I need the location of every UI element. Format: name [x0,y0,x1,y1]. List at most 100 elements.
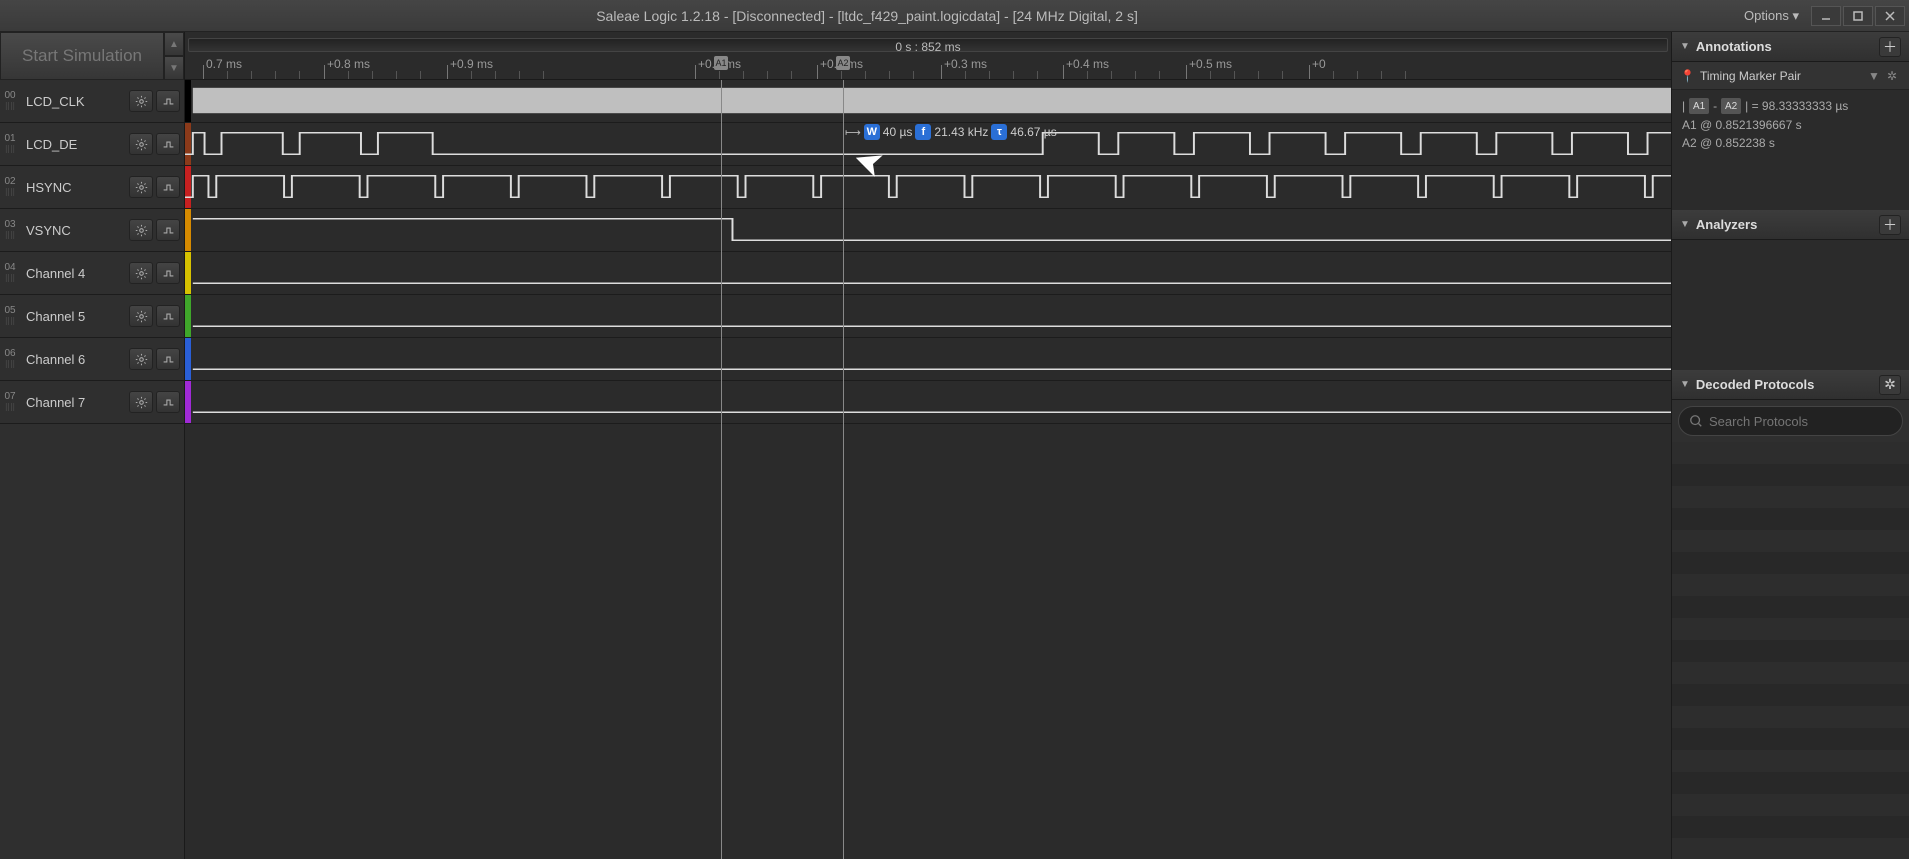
waveform-row[interactable] [185,209,1671,252]
channel-trigger-button[interactable] [156,133,180,155]
channel-settings-button[interactable] [129,391,153,413]
marker-a2-tab[interactable]: A2 [836,56,850,70]
channel-name[interactable]: Channel 7 [20,395,129,410]
channel-number: 03⣿⣿ [0,219,20,241]
period-badge: τ [991,124,1007,140]
timeline-tick-label: +0.9 ms [450,57,493,71]
waveform-row[interactable] [185,166,1671,209]
add-analyzer-button[interactable]: ＋ [1879,215,1901,235]
timeline-ruler[interactable]: 0 s : 852 ms 0.7 ms+0.8 ms+0.9 ms+0.1 ms… [185,32,1671,80]
channel-row: 01⣿⣿ LCD_DE [0,123,184,166]
width-badge: W [864,124,880,140]
protocol-search[interactable] [1678,406,1903,436]
title-bar: Saleae Logic 1.2.18 - [Disconnected] - [… [0,0,1909,32]
pair-settings-icon[interactable]: ✲ [1883,69,1901,83]
channel-number: 04⣿⣿ [0,262,20,284]
marker-a2-line[interactable] [843,80,844,859]
channel-number: 01⣿⣿ [0,133,20,155]
channel-row: 07⣿⣿ Channel 7 [0,381,184,424]
channel-settings-button[interactable] [129,348,153,370]
channel-row: 00⣿⣿ LCD_CLK [0,80,184,123]
channel-trigger-button[interactable] [156,176,180,198]
timing-marker-pair-header[interactable]: 📍 Timing Marker Pair ▼ ✲ [1672,62,1909,90]
marker-badge-a1: A1 [1689,98,1709,114]
marker-diff-value: | = 98.33333333 µs [1745,99,1848,113]
channel-trigger-button[interactable] [156,219,180,241]
annotation-details: | A1 - A2 | = 98.33333333 µs A1 @ 0.8521… [1672,90,1909,210]
channel-settings-button[interactable] [129,176,153,198]
sim-up-button[interactable]: ▲ [164,32,184,56]
channel-settings-button[interactable] [129,219,153,241]
channel-row: 03⣿⣿ VSYNC [0,209,184,252]
options-menu[interactable]: Options ▾ [1734,8,1809,24]
waveform-row[interactable] [185,80,1671,123]
collapse-icon: ▼ [1680,41,1690,52]
side-panel: ▼ Annotations ＋ 📍 Timing Marker Pair ▼ ✲… [1671,32,1909,859]
pair-menu-icon[interactable]: ▼ [1865,69,1883,83]
measure-period: 46.67 µs [1010,125,1056,139]
decoded-results [1672,442,1909,859]
channel-trigger-button[interactable] [156,262,180,284]
channel-settings-button[interactable] [129,133,153,155]
marker-a1-tab[interactable]: A1 [714,56,728,70]
channel-sidebar: Start Simulation ▲ ▼ 00⣿⣿ LCD_CLK 01⣿⣿ L… [0,32,185,859]
channel-name[interactable]: VSYNC [20,223,129,238]
measure-freq: 21.43 kHz [934,125,988,139]
waveform-area[interactable]: 0 s : 852 ms 0.7 ms+0.8 ms+0.9 ms+0.1 ms… [185,32,1671,859]
waveform-row[interactable] [185,252,1671,295]
timeline-tick-label: +0.3 ms [944,57,987,71]
marker-a1-line[interactable] [721,80,722,859]
channel-name[interactable]: LCD_CLK [20,94,129,109]
analyzers-body [1672,240,1909,370]
app-title: Saleae Logic 1.2.18 - [Disconnected] - [… [0,8,1734,24]
channel-row: 02⣿⣿ HSYNC [0,166,184,209]
search-icon [1689,414,1703,428]
start-simulation-button[interactable]: Start Simulation [0,32,164,80]
sim-down-button[interactable]: ▼ [164,56,184,80]
protocol-search-input[interactable] [1709,414,1892,429]
channel-trigger-button[interactable] [156,305,180,327]
channel-row: 05⣿⣿ Channel 5 [0,295,184,338]
timeline-tick-label: +0.4 ms [1066,57,1109,71]
channel-trigger-button[interactable] [156,391,180,413]
waveform-row[interactable] [185,338,1671,381]
collapse-icon: ▼ [1680,379,1690,390]
waveform-row[interactable] [185,381,1671,424]
timeline-tick-label: +0 [1312,57,1326,71]
channel-row: 06⣿⣿ Channel 6 [0,338,184,381]
timeline-tick-label: +0.5 ms [1189,57,1232,71]
marker-a1-time: A1 @ 0.8521396667 s [1682,116,1899,134]
channel-settings-button[interactable] [129,90,153,112]
annotations-header[interactable]: ▼ Annotations ＋ [1672,32,1909,62]
marker-a2-time: A2 @ 0.852238 s [1682,134,1899,152]
decoded-settings-button[interactable]: ✲ [1879,375,1901,395]
decoded-protocols-header[interactable]: ▼ Decoded Protocols ✲ [1672,370,1909,400]
channel-number: 07⣿⣿ [0,391,20,413]
channel-settings-button[interactable] [129,262,153,284]
channel-trigger-button[interactable] [156,348,180,370]
timeline-cursor-time: 0 s : 852 ms [895,40,960,54]
channel-number: 00⣿⣿ [0,90,20,112]
marker-badge-a2: A2 [1721,98,1741,114]
close-window-button[interactable] [1875,6,1905,26]
channel-name[interactable]: Channel 6 [20,352,129,367]
channel-settings-button[interactable] [129,305,153,327]
measure-width: 40 µs [883,125,913,139]
channel-trigger-button[interactable] [156,90,180,112]
channel-name[interactable]: Channel 5 [20,309,129,324]
timeline-tick-label: +0.8 ms [327,57,370,71]
maximize-button[interactable] [1843,6,1873,26]
measurement-overlay: ⟼ W40 µs f21.43 kHz τ46.67 µs [845,124,1057,140]
channel-name[interactable]: LCD_DE [20,137,129,152]
minimize-button[interactable] [1811,6,1841,26]
channel-row: 04⣿⣿ Channel 4 [0,252,184,295]
channel-name[interactable]: Channel 4 [20,266,129,281]
add-annotation-button[interactable]: ＋ [1879,37,1901,57]
timeline-tick-label: 0.7 ms [206,57,242,71]
waveform-row[interactable] [185,295,1671,338]
channel-number: 02⣿⣿ [0,176,20,198]
analyzers-header[interactable]: ▼ Analyzers ＋ [1672,210,1909,240]
channel-name[interactable]: HSYNC [20,180,129,195]
channel-number: 05⣿⣿ [0,305,20,327]
channel-number: 06⣿⣿ [0,348,20,370]
